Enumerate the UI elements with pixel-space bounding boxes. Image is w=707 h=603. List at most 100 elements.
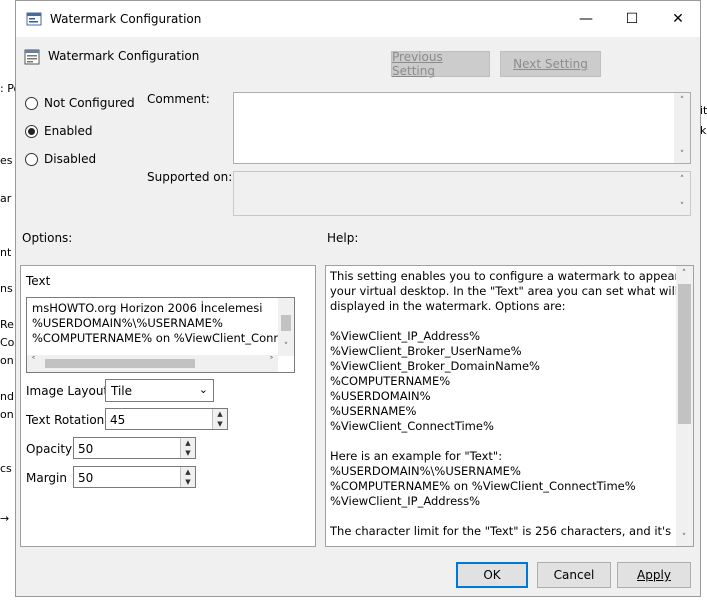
margin-stepper[interactable]: 50 ▲ ▼ — [73, 466, 196, 488]
spin-down-icon[interactable]: ▼ — [213, 419, 227, 429]
help-scrollbar[interactable]: ˄ ˅ — [676, 266, 693, 546]
text-horizontal-scrollbar[interactable]: ˂ ˃ — [27, 355, 278, 372]
background-text: on — [0, 408, 14, 421]
ok-label: OK — [483, 568, 501, 582]
previous-setting-label: Previous Setting — [392, 50, 443, 78]
spin-up-icon[interactable]: ▲ — [181, 438, 195, 448]
disabled-label: Disabled — [44, 152, 97, 166]
image-layout-label: Image Layout — [26, 384, 109, 398]
options-label: Options: — [22, 231, 73, 245]
scroll-down-icon[interactable]: ˅ — [674, 147, 690, 163]
margin-value: 50 — [78, 471, 94, 485]
text-rotation-value: 45 — [110, 413, 126, 427]
close-icon: ✕ — [672, 11, 684, 27]
watermark-text-input[interactable]: msHOWTO.org Horizon 2006 İncelemesi %USE… — [26, 297, 295, 373]
chevron-down-icon: ⌄ — [198, 383, 208, 396]
cancel-button[interactable]: Cancel — [537, 562, 611, 588]
supported-on-scrollbar: ˄ ˅ — [674, 172, 690, 215]
comment-scrollbar[interactable]: ˄ ˅ — [674, 93, 690, 163]
opacity-label: Opacity — [26, 442, 73, 456]
scroll-down-icon: ˅ — [679, 202, 685, 212]
text-label: Text — [26, 274, 51, 288]
apply-label: Apply — [637, 568, 671, 582]
opacity-stepper[interactable]: 50 ▲ ▼ — [73, 437, 196, 459]
enabled-label: Enabled — [44, 124, 93, 138]
scroll-down-icon[interactable]: ˅ — [278, 342, 294, 356]
help-text-line: %ViewClient_IP_Address% — [330, 494, 481, 508]
disabled-radio[interactable]: Disabled — [25, 152, 96, 166]
options-panel: Text msHOWTO.org Horizon 2006 İncelemesi… — [20, 265, 316, 547]
spin-down-icon[interactable]: ▼ — [181, 448, 195, 458]
close-button[interactable]: ✕ — [655, 1, 701, 37]
help-text-line: %ViewClient_ConnectTime% — [330, 419, 494, 433]
next-setting-button[interactable]: Next Setting — [500, 51, 601, 77]
comment-textbox[interactable]: ˄ ˅ — [233, 92, 691, 164]
help-text-line: displayed in the watermark. Options are: — [330, 299, 566, 313]
enabled-radio[interactable]: Enabled — [25, 124, 93, 138]
cancel-label: Cancel — [553, 568, 595, 582]
not-configured-radio[interactable]: Not Configured — [25, 96, 135, 110]
maximize-icon: ☐ — [625, 11, 639, 27]
spin-up-icon[interactable]: ▲ — [213, 409, 227, 419]
maximize-button[interactable]: ☐ — [609, 1, 655, 37]
help-panel[interactable]: This setting enables you to configure a … — [325, 265, 694, 547]
background-text: on — [0, 354, 14, 367]
margin-label: Margin — [26, 471, 67, 485]
policy-setting-icon — [26, 12, 42, 26]
spin-buttons[interactable]: ▲ ▼ — [180, 438, 195, 458]
minimize-icon: — — [579, 11, 593, 27]
supported-on-label: Supported on: — [147, 170, 233, 184]
help-text-line: your virtual desktop. In the "Text" area… — [330, 284, 694, 298]
radio-circle — [25, 96, 38, 110]
text-rotation-stepper[interactable]: 45 ▲ ▼ — [105, 408, 228, 430]
next-setting-label: Next Setting — [513, 57, 588, 71]
text-vertical-scrollbar[interactable]: ˅ — [278, 298, 294, 356]
previous-setting-button[interactable]: Previous Setting — [391, 50, 490, 78]
scroll-left-icon[interactable]: ˂ — [31, 356, 36, 367]
background-text: ita — [700, 104, 707, 117]
apply-button[interactable]: Apply — [617, 562, 691, 588]
watermark-configuration-dialog: Watermark Configuration — ☐ ✕ Watermark … — [15, 0, 701, 597]
background-text: ns — [0, 282, 13, 295]
help-label: Help: — [327, 231, 359, 245]
text-line: msHOWTO.org Horizon 2006 İncelemesi — [32, 301, 263, 315]
help-text-line: %ViewClient_Broker_UserName% — [330, 344, 522, 358]
image-layout-value: Tile — [111, 384, 133, 398]
spin-up-icon[interactable]: ▲ — [181, 467, 195, 477]
help-text-line: %COMPUTERNAME% — [330, 374, 451, 388]
radio-circle — [25, 152, 38, 166]
help-text-line: %ViewClient_IP_Address% — [330, 329, 481, 343]
help-text-line: Here is an example for "Text": — [330, 449, 503, 463]
setting-icon — [24, 49, 40, 65]
help-text-line: %USERNAME% — [330, 404, 417, 418]
scroll-thumb[interactable] — [678, 284, 691, 424]
supported-on-box: ˄ ˅ — [233, 171, 691, 216]
title-bar[interactable]: Watermark Configuration — ☐ ✕ — [16, 1, 700, 37]
text-rotation-label: Text Rotation — [26, 413, 105, 427]
scroll-thumb[interactable] — [281, 315, 291, 331]
scroll-up-icon[interactable]: ˄ — [676, 266, 692, 282]
opacity-value: 50 — [78, 442, 94, 456]
spin-buttons[interactable]: ▲ ▼ — [212, 409, 227, 429]
background-window-right: ita ks — [700, 0, 707, 603]
window-title: Watermark Configuration — [50, 12, 202, 26]
help-text-line: %ViewClient_Broker_DomainName% — [330, 359, 540, 373]
radio-circle-selected — [25, 124, 38, 138]
scroll-right-icon[interactable]: ˃ — [269, 356, 274, 367]
image-layout-select[interactable]: Tile ⌄ — [105, 379, 214, 402]
spin-buttons[interactable]: ▲ ▼ — [180, 467, 195, 487]
scroll-thumb[interactable] — [45, 359, 195, 368]
spin-down-icon[interactable]: ▼ — [181, 477, 195, 487]
background-text: Re — [0, 318, 14, 331]
minimize-button[interactable]: — — [563, 1, 609, 37]
help-text-line: The character limit for the "Text" is 25… — [330, 524, 672, 538]
text-line: %USERDOMAIN%\%USERNAME% — [32, 316, 223, 330]
scroll-up-icon[interactable]: ˄ — [674, 93, 690, 109]
scroll-down-icon[interactable]: ˅ — [676, 530, 692, 546]
comment-label: Comment: — [147, 92, 210, 106]
background-text: → — [0, 512, 10, 525]
help-text-line: This setting enables you to configure a … — [330, 269, 694, 283]
background-text: cs — [0, 462, 12, 475]
help-text-line: %COMPUTERNAME% on %ViewClient_ConnectTim… — [330, 479, 636, 493]
ok-button[interactable]: OK — [456, 562, 528, 588]
